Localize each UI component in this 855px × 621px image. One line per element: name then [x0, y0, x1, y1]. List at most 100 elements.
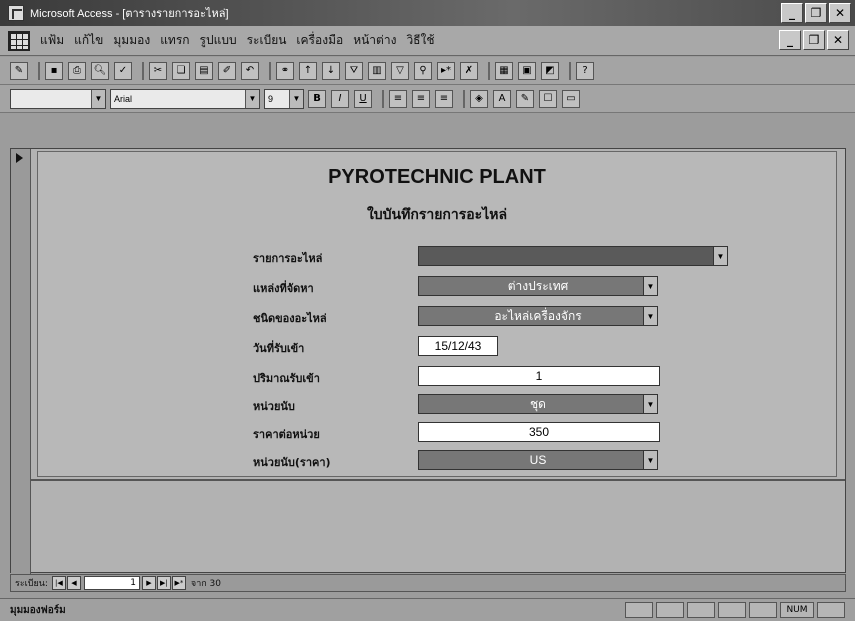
field-label: ชนิดของอะไหล่ — [253, 312, 327, 325]
field-value: US — [529, 453, 547, 467]
status-pane — [718, 602, 746, 618]
menu-edit[interactable]: แก้ไข — [74, 31, 103, 50]
sort-ascending-icon[interactable]: ↑ — [299, 61, 317, 80]
database-window-icon[interactable]: ▣ — [518, 61, 536, 80]
align-right-icon[interactable]: ≡ — [435, 89, 453, 108]
copy-icon[interactable]: ❏ — [172, 61, 190, 80]
chevron-down-icon[interactable]: ▼ — [643, 307, 657, 325]
italic-icon[interactable]: I — [331, 89, 349, 108]
bold-icon[interactable]: B — [308, 89, 326, 108]
menu-window[interactable]: หน้าต่าง — [353, 31, 396, 50]
special-effect-icon[interactable]: ▭ — [562, 89, 580, 108]
window-controls: _ ❐ ✕ — [781, 3, 851, 23]
fill-color-icon[interactable]: ◈ — [470, 89, 488, 108]
last-record-icon[interactable]: ▶| — [156, 576, 171, 590]
hyperlink-icon[interactable]: ⚭ — [276, 61, 294, 80]
unit-price-field[interactable]: 350 — [418, 422, 660, 442]
find-icon[interactable]: ⚲ — [414, 61, 432, 80]
chevron-down-icon[interactable]: ▼ — [643, 451, 657, 469]
menu-tools[interactable]: เครื่องมือ — [296, 31, 343, 50]
doc-close-icon[interactable]: ✕ — [827, 30, 849, 50]
apply-filter-icon[interactable]: ▽ — [391, 61, 409, 80]
record-nav-label: ระเบียน: — [15, 579, 48, 589]
sort-descending-icon[interactable]: ↓ — [322, 61, 340, 80]
new-record-nav-icon[interactable]: ▶* — [171, 576, 186, 590]
line-width-icon[interactable]: ☐ — [539, 89, 557, 108]
field-label: รายการอะไหล่ — [253, 252, 323, 265]
toolbar-separator — [463, 89, 465, 108]
status-pane — [817, 602, 845, 618]
chevron-down-icon[interactable]: ▼ — [713, 247, 727, 265]
status-pane — [656, 602, 684, 618]
access-app-icon[interactable] — [8, 5, 24, 21]
spare-part-combo[interactable]: ▼ — [418, 246, 728, 266]
received-date-field[interactable]: 15/12/43 — [418, 336, 498, 356]
window-title: Microsoft Access - [ตารางรายการอะไหล่] — [30, 8, 229, 20]
format-painter-icon[interactable]: ✐ — [218, 61, 236, 80]
record-selector[interactable] — [11, 149, 31, 574]
field-value: ชุด — [530, 396, 546, 411]
align-left-icon[interactable]: ≡ — [389, 89, 407, 108]
font-size-select[interactable]: 9 ▼ — [264, 88, 304, 109]
quantity-field[interactable]: 1 — [418, 366, 660, 386]
align-center-icon[interactable]: ≡ — [412, 89, 430, 108]
print-preview-icon[interactable]: 🔍︎ — [91, 61, 109, 80]
title-bar: Microsoft Access - [ตารางรายการอะไหล่] _… — [0, 0, 855, 26]
first-record-icon[interactable]: |◀ — [51, 576, 66, 590]
unit-combo[interactable]: ชุด ▼ — [418, 394, 658, 414]
menu-insert[interactable]: แทรก — [160, 31, 189, 50]
field-value: 1 — [535, 369, 543, 383]
toolbar-separator — [142, 61, 144, 80]
save-icon[interactable]: ▪ — [45, 61, 63, 80]
field-label: แหล่งที่จัดหา — [253, 282, 314, 295]
toolbar-separator — [382, 89, 384, 108]
restore-icon[interactable]: ❐ — [805, 3, 827, 23]
chevron-down-icon: ▼ — [91, 89, 105, 108]
view-icon[interactable]: ✎ — [10, 61, 28, 80]
new-object-icon[interactable]: ◩ — [541, 61, 559, 80]
menu-help[interactable]: วิธีใช้ — [406, 31, 434, 50]
chevron-down-icon[interactable]: ▼ — [643, 277, 657, 295]
line-color-icon[interactable]: ✎ — [516, 89, 534, 108]
field-value: อะไหล่เครื่องจักร — [494, 308, 582, 323]
new-record-icon[interactable]: ▸* — [437, 61, 455, 80]
menu-view[interactable]: มุมมอง — [113, 31, 150, 50]
undo-icon[interactable]: ↶ — [241, 61, 259, 80]
spelling-icon[interactable]: ✓ — [114, 61, 132, 80]
source-combo[interactable]: ต่างประเทศ ▼ — [418, 276, 658, 296]
field-value: ต่างประเทศ — [507, 278, 569, 293]
field-label: หน่วยนับ(ราคา) — [253, 456, 331, 469]
underline-icon[interactable]: U — [354, 89, 372, 108]
properties-icon[interactable]: ▦ — [495, 61, 513, 80]
cut-icon[interactable]: ✂ — [149, 61, 167, 80]
help-icon[interactable]: ? — [576, 61, 594, 80]
field-value: 15/12/43 — [434, 339, 482, 353]
form-doc-icon[interactable] — [8, 30, 30, 51]
font-color-icon[interactable]: A — [493, 89, 511, 108]
chevron-down-icon[interactable]: ▼ — [643, 395, 657, 413]
menu-format[interactable]: รูปแบบ — [200, 31, 237, 50]
doc-restore-icon[interactable]: ❐ — [803, 30, 825, 50]
field-row: วันที่รับเข้า 15/12/43 — [38, 336, 836, 358]
close-icon[interactable]: ✕ — [829, 3, 851, 23]
minimize-icon[interactable]: _ — [781, 3, 803, 23]
field-row: หน่วยนับ ชุด ▼ — [38, 394, 836, 416]
record-count: จาก 30 — [190, 579, 222, 589]
field-value: 350 — [528, 425, 550, 439]
filter-by-selection-icon[interactable]: ⛛ — [345, 61, 363, 80]
font-select[interactable]: Arial ▼ — [110, 88, 260, 109]
menu-file[interactable]: แฟ้ม — [40, 31, 64, 50]
currency-combo[interactable]: US ▼ — [418, 450, 658, 470]
part-type-combo[interactable]: อะไหล่เครื่องจักร ▼ — [418, 306, 658, 326]
menu-records[interactable]: ระเบียน — [247, 31, 287, 50]
paste-icon[interactable]: ▤ — [195, 61, 213, 80]
status-text: มุมมองฟอร์ม — [10, 604, 66, 616]
filter-by-form-icon[interactable]: ▥ — [368, 61, 386, 80]
print-icon[interactable]: ⎙ — [68, 61, 86, 80]
delete-record-icon[interactable]: ✗ — [460, 61, 478, 80]
object-select[interactable]: ▼ — [10, 88, 106, 109]
current-record-input[interactable]: 1 — [83, 576, 140, 590]
previous-record-icon[interactable]: ◀ — [66, 576, 81, 590]
doc-minimize-icon[interactable]: _ — [779, 30, 801, 50]
next-record-icon[interactable]: ▶ — [141, 576, 156, 590]
